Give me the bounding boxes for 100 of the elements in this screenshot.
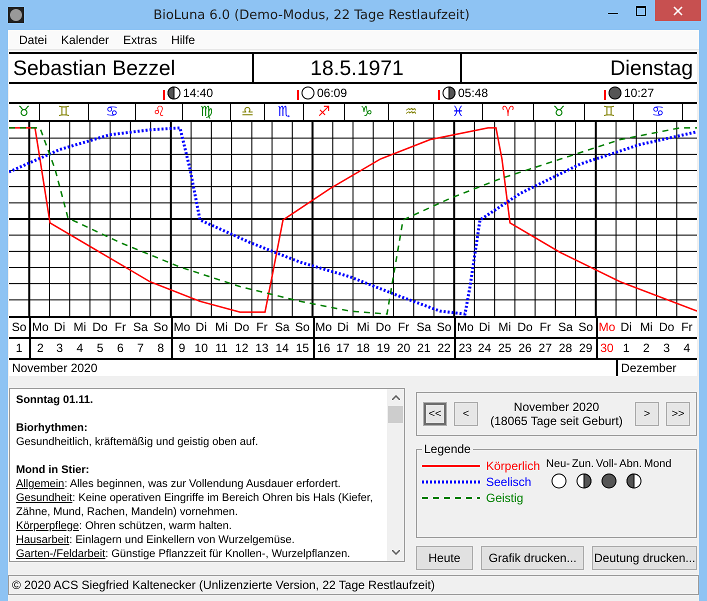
zodiac-sign: ♒: [389, 104, 434, 120]
line-sample-icon: [422, 480, 480, 484]
action-button[interactable]: Deutung drucken...: [592, 546, 697, 570]
weekday-label: Mi: [497, 319, 512, 336]
legend-label: Geistig: [486, 491, 524, 505]
close-button[interactable]: [655, 0, 701, 21]
weekday-label: Mo: [454, 318, 474, 337]
day-number: 14: [274, 340, 290, 357]
moon-legend-label: Neu-: [546, 458, 570, 470]
legend-title: Legende: [423, 442, 472, 456]
caret-down-icon: [392, 550, 400, 555]
topic-link[interactable]: Garten-/Feldarbeit: [16, 548, 106, 560]
nav-button[interactable]: >>: [666, 402, 690, 426]
day-number: 11: [214, 340, 229, 357]
menu-item[interactable]: Extras: [116, 32, 164, 46]
weekday-label: Sa: [274, 319, 290, 336]
legend-label: Seelisch: [486, 475, 532, 489]
tick-mark: [604, 90, 606, 100]
weekday-label: So: [577, 319, 594, 336]
weekday-label: Do: [658, 319, 676, 336]
zodiac-sign: ♈: [483, 104, 534, 120]
day-number: 25: [497, 340, 512, 357]
weekday-label: Di: [619, 319, 633, 336]
zodiac-sign: ♐: [304, 104, 345, 120]
tick-mark: [163, 90, 165, 100]
day-number: 15: [294, 340, 310, 357]
reading-paragraph: Garten-/Feldarbeit: Günstige Pflanzzeit für Knollen-, Wurzelpflanzen.: [16, 547, 352, 561]
day-number: 12: [234, 340, 250, 357]
menu-item[interactable]: Hilfe: [164, 32, 202, 46]
zodiac-sign: ♌: [136, 104, 183, 120]
nav-button[interactable]: <<: [423, 402, 447, 426]
person-name: Sebastian Bezzel: [12, 56, 176, 82]
zodiac-sign: ♊: [40, 104, 89, 120]
day-number: 1: [14, 340, 24, 357]
reading-paragraph: Körperpflege: Ohren schützen, warm halten.: [16, 519, 233, 533]
maximize-icon: [636, 6, 646, 16]
section-title: Mond in Stier:: [16, 463, 90, 477]
section-title: Biorhythmen:: [16, 421, 88, 435]
zodiac-sign: ♑: [345, 104, 389, 120]
day-number: 2: [642, 340, 651, 357]
birth-date: 18.5.1971: [252, 54, 460, 82]
day-number: 21: [416, 340, 432, 357]
weekday-label: Mo: [596, 318, 616, 337]
line-sample-icon: [422, 496, 480, 500]
day-number: 23: [454, 339, 474, 358]
topic-link[interactable]: Allgemein: [16, 478, 64, 490]
caret-up-icon: [392, 395, 400, 400]
minimize-icon: [608, 13, 618, 14]
zodiac-sign: ♎: [231, 104, 265, 120]
action-button[interactable]: Heute: [416, 546, 473, 570]
day-number: 2: [29, 339, 50, 358]
menu-item[interactable]: Datei: [12, 32, 54, 46]
weekday-label: Mo: [170, 318, 192, 337]
day-number: 30: [596, 339, 616, 358]
day-number: 17: [335, 340, 351, 357]
day-number: 16: [312, 339, 333, 358]
weekday-label: So: [294, 319, 311, 336]
weekday-label: Do: [374, 319, 392, 336]
day-number: 4: [682, 340, 692, 357]
zodiac-sign: ♋: [634, 104, 683, 120]
day-number: 8: [156, 340, 166, 357]
zodiac-sign: ♓: [434, 104, 483, 120]
day-number: 4: [75, 340, 84, 357]
action-button[interactable]: Grafik drucken...: [480, 546, 584, 570]
zodiac-sign: ♋: [89, 104, 136, 120]
day-number: 9: [170, 339, 192, 358]
moon-time: 10:27: [624, 86, 654, 100]
zodiac-sign: ♍: [183, 104, 231, 120]
day-number: 7: [136, 340, 145, 357]
topic-link[interactable]: Hausarbeit: [16, 534, 70, 546]
weekday-label: Mi: [72, 319, 88, 336]
weekday-label: Fr: [396, 319, 410, 336]
reading-paragraph: Allgemein: Alles beginnen, was zur Vollendung Ausdauer erfordert.: [16, 477, 342, 491]
scrollbar-thumb[interactable]: [388, 406, 403, 423]
weekday-label: So: [10, 319, 28, 336]
day-number: 13: [254, 340, 270, 357]
topic-link[interactable]: Gesundheit: [16, 492, 72, 504]
nav-button[interactable]: >: [635, 402, 659, 426]
weekday-label: Mi: [214, 319, 229, 336]
weekday-label: Di: [478, 319, 492, 336]
nav-button[interactable]: <: [454, 402, 478, 426]
weekday-label: Fr: [114, 319, 127, 336]
weekday-label: Sa: [415, 319, 432, 336]
day-number: 18: [355, 340, 371, 357]
line-sample-icon: [422, 464, 480, 468]
weekday-label: Do: [233, 319, 250, 336]
reading-paragraph: Gesundheit: Keine operativen Eingriffe im Bereich Ohren bis Hals (Kiefer, Zähne, Mund, Rachen, Mandeln) vornehmen.: [16, 491, 374, 519]
topic-link[interactable]: Körperpflege: [16, 520, 79, 532]
weekday-label: So: [152, 319, 170, 336]
tick-mark: [438, 90, 440, 100]
tick-mark: [297, 90, 299, 100]
moon-legend-label: Mond: [644, 458, 672, 470]
weekday-label: Mi: [356, 319, 370, 336]
weekday-label: Fr: [538, 319, 552, 336]
menu-item[interactable]: Kalender: [54, 32, 116, 46]
weekday-label: Di: [52, 319, 66, 336]
weekday-label: Fr: [680, 319, 694, 336]
reading-paragraph: Hausarbeit: Einlagern und Einkellern von Wurzelgemüse.: [16, 533, 296, 547]
weekday-label: So: [436, 319, 452, 336]
moon-legend-label: Zun.: [572, 458, 594, 470]
